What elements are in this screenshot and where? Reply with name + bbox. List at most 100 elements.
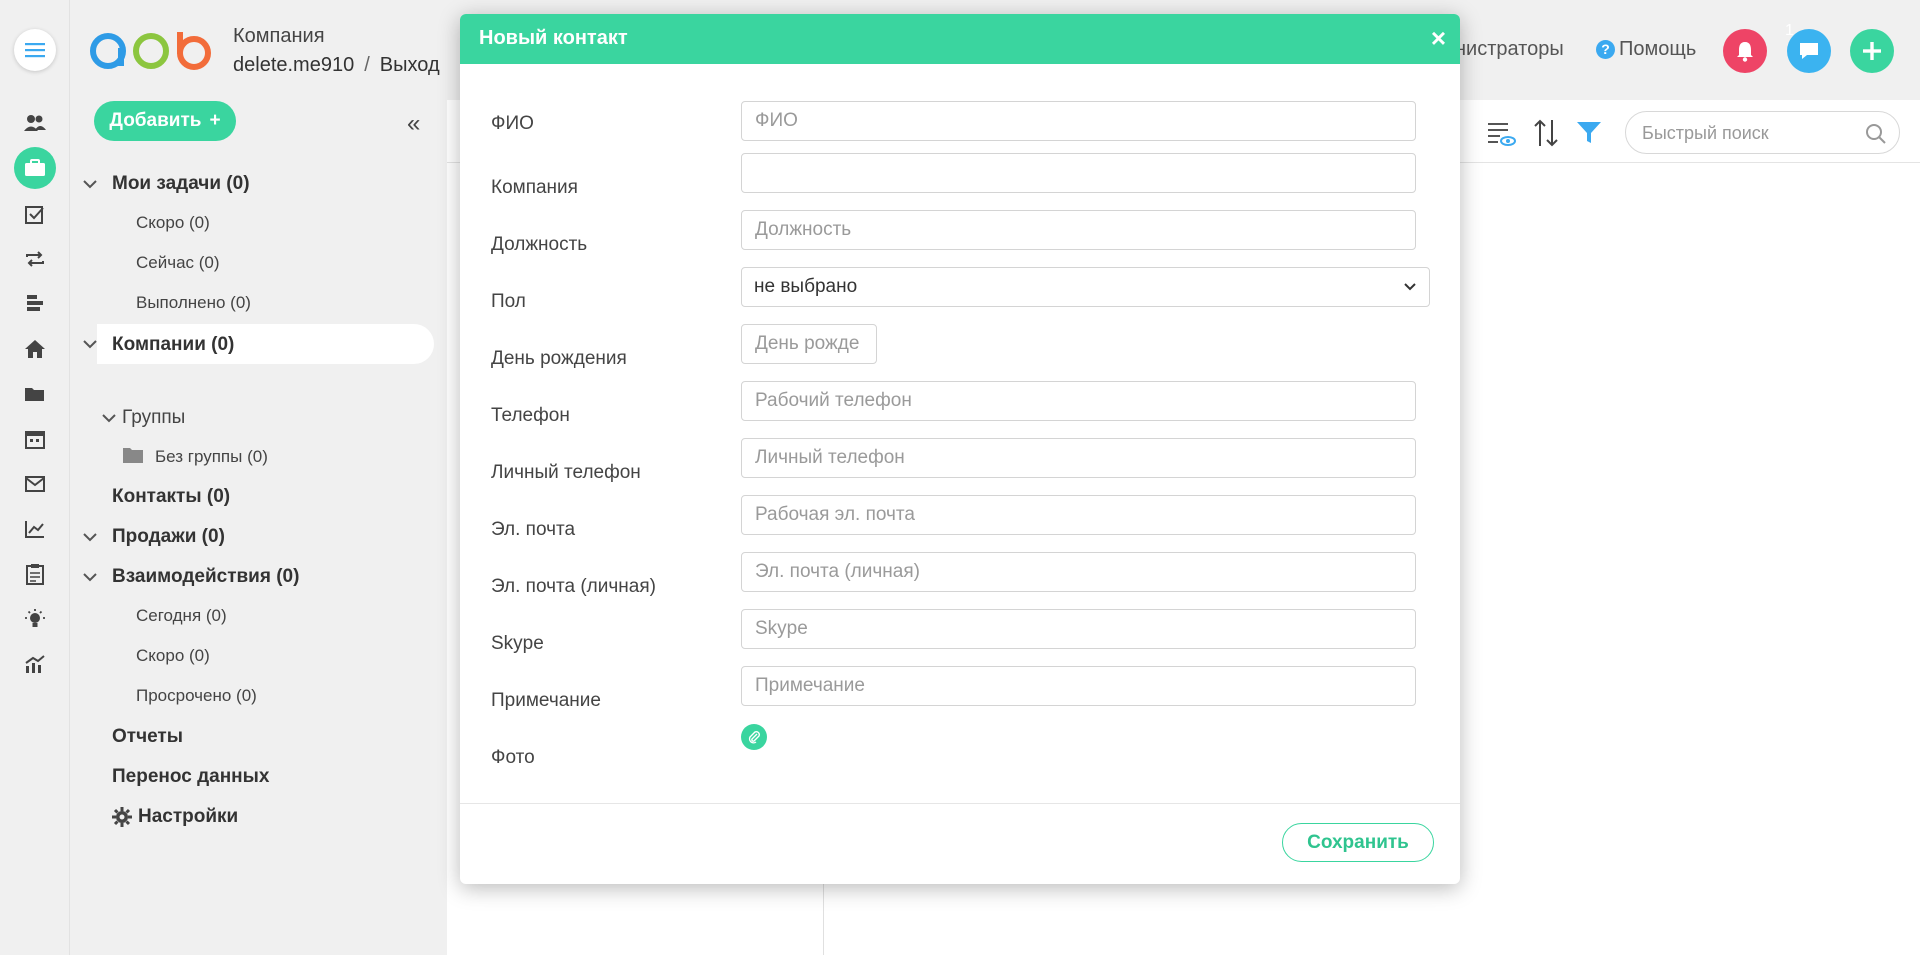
tree-groups[interactable]: Группы (122, 407, 185, 429)
bell-icon (1737, 42, 1753, 62)
sort-icon[interactable] (1533, 118, 1559, 148)
layers-icon (27, 295, 43, 311)
rail-analytics[interactable] (22, 651, 48, 677)
tree-no-group[interactable]: Без группы (0) (155, 447, 268, 467)
clipboard-icon (26, 564, 44, 585)
tree-contacts[interactable]: Контакты (0) (112, 486, 230, 508)
chart-line-icon (25, 521, 44, 538)
company-input[interactable] (741, 153, 1416, 193)
tree-sales[interactable]: Продажи (0) (112, 526, 225, 548)
tree-companies[interactable]: Компании (0) (112, 334, 234, 356)
rail-deals[interactable] (22, 246, 48, 272)
fio-label: ФИО (491, 113, 534, 134)
settings-label: Настройки (138, 806, 239, 827)
plus-icon (1863, 42, 1881, 60)
rail-tasks[interactable] (22, 202, 48, 228)
personal-email-label: Эл. почта (личная) (491, 576, 656, 597)
collapse-sidebar-icon[interactable]: « (407, 110, 420, 138)
birthday-input[interactable] (741, 324, 877, 364)
rail-reports[interactable] (22, 516, 48, 542)
chevron-down-icon[interactable] (101, 410, 117, 426)
gender-value: не выбрано (754, 276, 858, 297)
tree-reports[interactable]: Отчеты (112, 726, 183, 748)
photo-label: Фото (491, 747, 535, 768)
phone-label: Телефон (491, 405, 570, 426)
note-input[interactable] (741, 666, 1416, 706)
note-label: Примечание (491, 690, 601, 711)
chevron-down-icon[interactable] (82, 336, 98, 352)
tree-settings[interactable]: Настройки (112, 806, 238, 828)
header-separator: / (364, 54, 370, 76)
rail-users[interactable] (22, 110, 48, 136)
gender-label: Пол (491, 291, 526, 312)
user-line: delete.me910 / Выход (233, 54, 440, 77)
tree-interactions[interactable]: Взаимодействия (0) (112, 566, 299, 588)
new-contact-modal: Новый контакт × ФИО Компания Должность П… (460, 14, 1460, 884)
birthday-label: День рождения (491, 348, 627, 369)
rail-pipeline[interactable] (22, 290, 48, 316)
briefcase-icon (25, 159, 45, 176)
personal-phone-input[interactable] (741, 438, 1416, 478)
chat-icon (1800, 43, 1818, 59)
search-placeholder: Быстрый поиск (1642, 123, 1769, 143)
modal-title: Новый контакт (479, 27, 628, 49)
personal-email-input[interactable] (741, 552, 1416, 592)
tree-data-transfer[interactable]: Перенос данных (112, 766, 269, 788)
chevron-down-icon[interactable] (82, 529, 98, 545)
quick-add-button[interactable] (1850, 29, 1894, 73)
filter-icon[interactable] (1576, 121, 1602, 145)
username[interactable]: delete.me910 (233, 54, 354, 76)
logout-link[interactable]: Выход (380, 54, 440, 76)
mail-icon (25, 476, 45, 492)
icon-rail (0, 0, 70, 955)
position-input[interactable] (741, 210, 1416, 250)
phone-input[interactable] (741, 381, 1416, 421)
rail-home[interactable] (22, 336, 48, 362)
modal-header: Новый контакт × (460, 14, 1460, 64)
tree-tasks-now[interactable]: Сейчас (0) (136, 253, 220, 273)
app-logo (90, 32, 211, 70)
rail-mail[interactable] (22, 471, 48, 497)
chevron-down-icon[interactable] (82, 569, 98, 585)
lightbulb-icon (25, 609, 45, 627)
tree-tasks-soon[interactable]: Скоро (0) (136, 213, 210, 233)
tree-my-tasks[interactable]: Мои задачи (0) (112, 173, 250, 195)
rail-calendar[interactable] (22, 426, 48, 452)
gender-select[interactable]: не выбрано (741, 267, 1430, 307)
rail-companies[interactable] (14, 147, 56, 189)
admins-link[interactable]: нистраторы (1455, 38, 1564, 61)
modal-footer-divider (460, 803, 1460, 804)
add-button[interactable]: Добавить + (94, 101, 236, 141)
tree-interactions-overdue[interactable]: Просрочено (0) (136, 686, 257, 706)
email-input[interactable] (741, 495, 1416, 535)
menu-button[interactable] (14, 29, 56, 71)
tree-interactions-today[interactable]: Сегодня (0) (136, 606, 227, 626)
chevron-down-icon[interactable] (82, 176, 98, 192)
attach-photo-button[interactable] (741, 724, 767, 750)
view-settings-icon[interactable] (1486, 119, 1516, 147)
search-icon[interactable] (1865, 123, 1887, 145)
fio-input[interactable] (741, 101, 1416, 141)
calendar-icon (25, 431, 45, 449)
tree-tasks-done[interactable]: Выполнено (0) (136, 293, 251, 313)
folder-icon (25, 388, 44, 401)
help-link[interactable]: ? Помощь (1596, 38, 1696, 61)
personal-phone-label: Личный телефон (491, 462, 641, 483)
company-field-label: Компания (491, 177, 578, 198)
save-button[interactable]: Сохранить (1282, 823, 1434, 862)
company-label: Компания (233, 25, 325, 47)
tree-interactions-soon[interactable]: Скоро (0) (136, 646, 210, 666)
chevron-down-icon (1404, 283, 1416, 291)
plus-icon: + (209, 110, 221, 131)
notifications-button[interactable] (1723, 29, 1767, 73)
checkbox-icon (25, 206, 44, 224)
folder-small-icon (123, 448, 143, 463)
rail-clipboard[interactable] (22, 561, 48, 587)
gear-icon (112, 807, 132, 827)
rail-ideas[interactable] (22, 606, 48, 632)
rail-files[interactable] (22, 381, 48, 407)
skype-label: Skype (491, 633, 544, 654)
quick-search[interactable]: Быстрый поиск (1625, 111, 1900, 154)
skype-input[interactable] (741, 609, 1416, 649)
close-icon[interactable]: × (1431, 23, 1446, 53)
